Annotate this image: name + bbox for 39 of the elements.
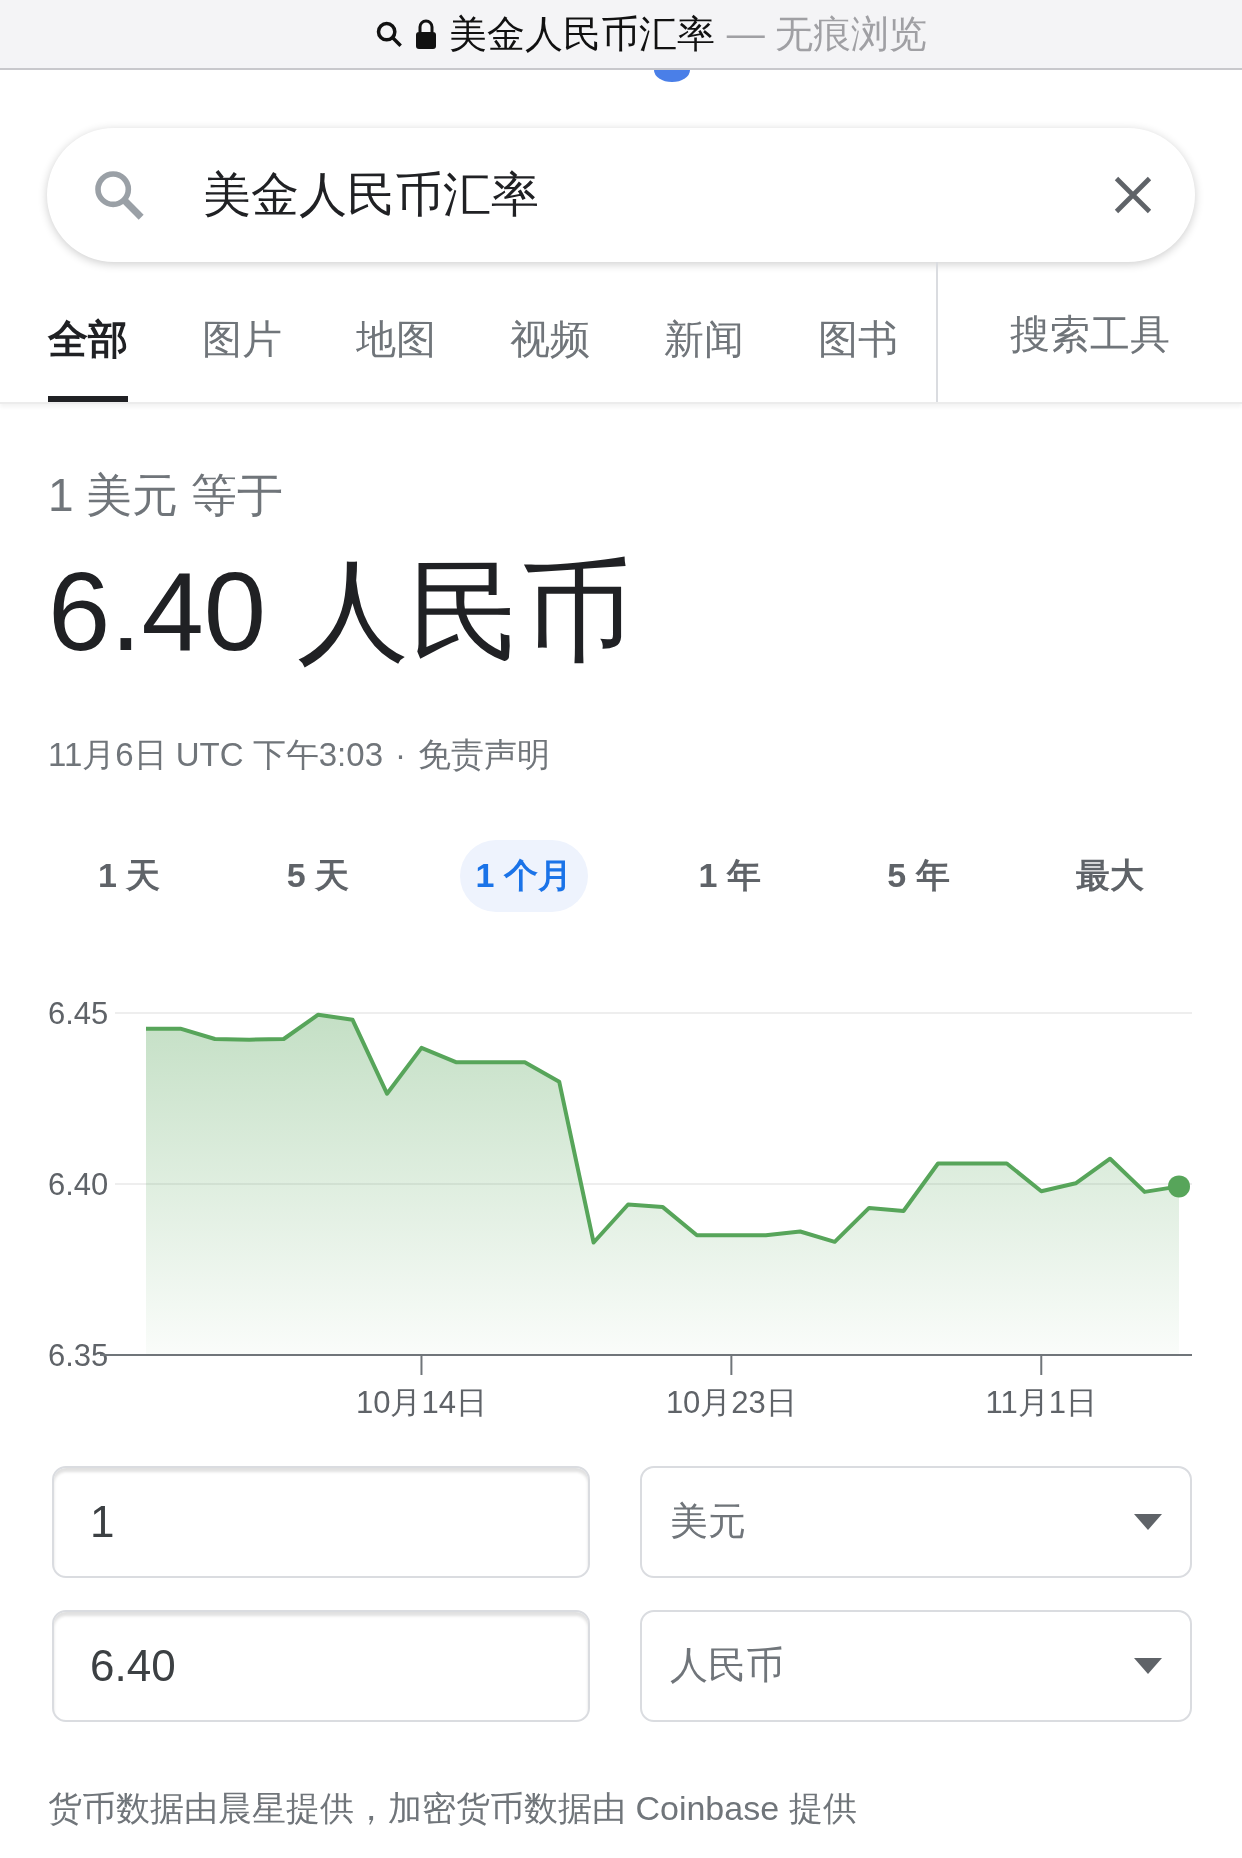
disclaimer-link[interactable]: 免责声明 bbox=[418, 730, 550, 780]
search-tab[interactable]: 新闻 bbox=[664, 274, 744, 402]
timestamp: 11月6日 UTC 下午3:03 bbox=[48, 735, 383, 775]
range-tab[interactable]: 1 个月 bbox=[459, 839, 588, 912]
range-tab[interactable]: 5 天 bbox=[270, 839, 366, 912]
amount-field[interactable]: 6.40 bbox=[52, 1609, 590, 1722]
range-tab[interactable]: 1 天 bbox=[82, 839, 177, 912]
x-tick-label: 11月1日 bbox=[985, 1384, 1097, 1420]
range-tab[interactable]: 最大 bbox=[1060, 839, 1160, 912]
search-tab[interactable]: 图书 bbox=[818, 274, 898, 402]
loading-icon bbox=[654, 70, 690, 82]
data-source-note: 货币数据由晨星提供，加密货币数据由 Coinbase 提供 bbox=[47, 1787, 858, 1829]
y-tick-label: 6.35 bbox=[48, 1337, 109, 1373]
y-tick-label: 6.40 bbox=[48, 1166, 109, 1202]
current-point bbox=[1168, 1174, 1190, 1197]
x-tick-label: 10月23日 bbox=[665, 1384, 797, 1420]
exchange-result: 6.40 人民币 bbox=[48, 556, 635, 668]
caret-icon bbox=[1134, 1657, 1162, 1674]
y-tick-label: 6.45 bbox=[48, 995, 109, 1031]
range-tab[interactable]: 5 年 bbox=[871, 839, 966, 912]
currency-select[interactable]: 美元 bbox=[640, 1465, 1192, 1578]
amount-field[interactable]: 1 bbox=[52, 1465, 590, 1578]
search-tab[interactable]: 图片 bbox=[202, 274, 282, 402]
search-query: 美金人民币汇率 bbox=[203, 167, 540, 223]
search-tools-button[interactable]: 搜索工具 bbox=[1010, 274, 1170, 402]
separator-dot: · bbox=[395, 735, 406, 775]
search-tab[interactable]: 全部 bbox=[48, 274, 128, 402]
search-tab[interactable]: 视频 bbox=[510, 274, 590, 402]
search-tab[interactable]: 地图 bbox=[356, 274, 436, 402]
caret-icon bbox=[1134, 1513, 1162, 1530]
page-title: 美金人民币汇率 bbox=[448, 11, 715, 57]
private-mode-label: — 无痕浏览 bbox=[726, 11, 928, 57]
equals-label: 1 美元 等于 bbox=[48, 472, 285, 518]
search-field[interactable]: 美金人民币汇率 bbox=[47, 128, 1195, 262]
range-tab[interactable]: 1 年 bbox=[682, 839, 777, 912]
lock-icon bbox=[414, 19, 437, 49]
search-icon bbox=[374, 20, 403, 48]
currency-select[interactable]: 人民币 bbox=[640, 1609, 1192, 1722]
x-tick-label: 10月14日 bbox=[356, 1384, 487, 1420]
